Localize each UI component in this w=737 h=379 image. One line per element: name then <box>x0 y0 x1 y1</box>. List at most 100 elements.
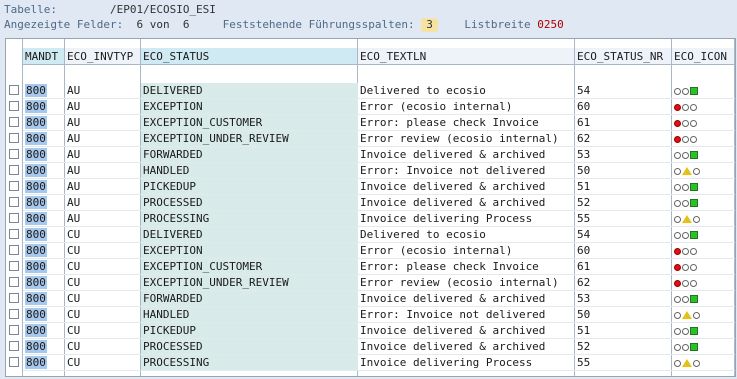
cell-text[interactable]: Error: Invoice not delivered <box>358 307 575 323</box>
row-select-checkbox[interactable] <box>9 277 19 287</box>
cell-mandt[interactable]: 800 <box>23 323 65 339</box>
cell-mandt[interactable]: 800 <box>23 211 65 227</box>
cell-invtyp[interactable]: CU <box>65 275 141 291</box>
cell-invtyp[interactable]: AU <box>65 211 141 227</box>
cell-icon[interactable] <box>672 307 735 323</box>
cell-text[interactable]: Delivered to ecosio <box>358 227 575 243</box>
cell-mandt[interactable]: 800 <box>23 131 65 147</box>
cell-icon[interactable] <box>672 147 735 163</box>
column-header-text[interactable]: ECO_TEXTLN <box>358 48 575 65</box>
cell-icon[interactable] <box>672 179 735 195</box>
row-select-checkbox[interactable] <box>9 133 19 143</box>
table-row[interactable]: 800 CU PROCESSED Invoice delivered & archiv… <box>6 339 735 355</box>
cell-icon[interactable] <box>672 115 735 131</box>
cell-status[interactable]: EXCEPTION_UNDER_REVIEW <box>141 275 358 291</box>
cell-mandt[interactable]: 800 <box>23 355 65 371</box>
cell-icon[interactable] <box>672 211 735 227</box>
cell-text[interactable]: Invoice delivered & archived <box>358 291 575 307</box>
cell-mandt[interactable]: 800 <box>23 83 65 99</box>
cell-invtyp[interactable]: AU <box>65 115 141 131</box>
cell-icon[interactable] <box>672 163 735 179</box>
cell-status[interactable]: EXCEPTION <box>141 243 358 259</box>
table-row[interactable]: 800 CU PICKEDUP Invoice delivered & archive… <box>6 323 735 339</box>
cell-invtyp[interactable]: AU <box>65 83 141 99</box>
cell-text[interactable]: Error (ecosio internal) <box>358 243 575 259</box>
cell-status[interactable]: EXCEPTION_UNDER_REVIEW <box>141 131 358 147</box>
cell-status[interactable]: PROCESSING <box>141 211 358 227</box>
cell-icon[interactable] <box>672 99 735 115</box>
cell-status[interactable]: EXCEPTION_CUSTOMER <box>141 115 358 131</box>
cell-text[interactable]: Invoice delivered & archived <box>358 147 575 163</box>
row-select-checkbox[interactable] <box>9 197 19 207</box>
cell-text[interactable]: Invoice delivered & archived <box>358 179 575 195</box>
table-row[interactable]: 800 AU EXCEPTION Error (ecosio internal) 60 <box>6 99 735 115</box>
table-row[interactable]: 800 AU PROCESSED Invoice delivered & archiv… <box>6 195 735 211</box>
cell-nr[interactable]: 54 <box>575 227 672 243</box>
cell-nr[interactable]: 62 <box>575 275 672 291</box>
row-select-checkbox[interactable] <box>9 245 19 255</box>
column-header-nr[interactable]: ECO_STATUS_NR <box>575 48 672 65</box>
cell-text[interactable]: Invoice delivered & archived <box>358 339 575 355</box>
cell-nr[interactable]: 61 <box>575 259 672 275</box>
cell-text[interactable]: Invoice delivering Process <box>358 355 575 371</box>
row-select-checkbox[interactable] <box>9 325 19 335</box>
table-row[interactable]: 800 CU EXCEPTION Error (ecosio internal) 60 <box>6 243 735 259</box>
cell-invtyp[interactable]: AU <box>65 195 141 211</box>
cell-text[interactable]: Invoice delivered & archived <box>358 195 575 211</box>
cell-mandt[interactable]: 800 <box>23 99 65 115</box>
column-header-icon[interactable]: ECO_ICON <box>672 48 735 65</box>
cell-invtyp[interactable]: CU <box>65 339 141 355</box>
cell-nr[interactable]: 60 <box>575 243 672 259</box>
cell-status[interactable]: PICKEDUP <box>141 323 358 339</box>
cell-text[interactable]: Error (ecosio internal) <box>358 99 575 115</box>
row-select-checkbox[interactable] <box>9 341 19 351</box>
cell-mandt[interactable]: 800 <box>23 243 65 259</box>
cell-icon[interactable] <box>672 243 735 259</box>
table-row[interactable]: 800 CU DELIVERED Delivered to ecosio 54 <box>6 227 735 243</box>
table-row[interactable]: 800 AU HANDLED Error: Invoice not delivered… <box>6 163 735 179</box>
table-row[interactable]: 800 AU PICKEDUP Invoice delivered & archive… <box>6 179 735 195</box>
cell-status[interactable]: PROCESSING <box>141 355 358 371</box>
cell-nr[interactable]: 54 <box>575 83 672 99</box>
table-row[interactable]: 800 CU HANDLED Error: Invoice not delivered… <box>6 307 735 323</box>
cell-status[interactable]: HANDLED <box>141 307 358 323</box>
cell-icon[interactable] <box>672 323 735 339</box>
table-row[interactable]: 800 CU FORWARDED Invoice delivered & archiv… <box>6 291 735 307</box>
cell-nr[interactable]: 51 <box>575 179 672 195</box>
cell-icon[interactable] <box>672 131 735 147</box>
cell-nr[interactable]: 60 <box>575 99 672 115</box>
cell-invtyp[interactable]: CU <box>65 291 141 307</box>
cell-mandt[interactable]: 800 <box>23 291 65 307</box>
cell-nr[interactable]: 61 <box>575 115 672 131</box>
cell-status[interactable]: DELIVERED <box>141 83 358 99</box>
table-row[interactable]: 800 AU FORWARDED Invoice delivered & archiv… <box>6 147 735 163</box>
cell-invtyp[interactable]: CU <box>65 243 141 259</box>
cell-nr[interactable]: 53 <box>575 147 672 163</box>
row-select-checkbox[interactable] <box>9 293 19 303</box>
row-select-checkbox[interactable] <box>9 181 19 191</box>
cell-status[interactable]: PROCESSED <box>141 339 358 355</box>
table-row[interactable]: 800 AU EXCEPTION_CUSTOMER Error: please che… <box>6 115 735 131</box>
cell-icon[interactable] <box>672 227 735 243</box>
cell-text[interactable]: Invoice delivering Process <box>358 211 575 227</box>
cell-icon[interactable] <box>672 83 735 99</box>
cell-status[interactable]: DELIVERED <box>141 227 358 243</box>
cell-icon[interactable] <box>672 291 735 307</box>
cell-status[interactable]: PROCESSED <box>141 195 358 211</box>
cell-status[interactable]: EXCEPTION_CUSTOMER <box>141 259 358 275</box>
cell-text[interactable]: Error review (ecosio internal) <box>358 131 575 147</box>
cell-mandt[interactable]: 800 <box>23 147 65 163</box>
cell-text[interactable]: Invoice delivered & archived <box>358 323 575 339</box>
cell-mandt[interactable]: 800 <box>23 227 65 243</box>
cell-icon[interactable] <box>672 195 735 211</box>
row-select-checkbox[interactable] <box>9 85 19 95</box>
row-select-checkbox[interactable] <box>9 357 19 367</box>
row-select-checkbox[interactable] <box>9 213 19 223</box>
row-select-checkbox[interactable] <box>9 229 19 239</box>
cell-text[interactable]: Error: Invoice not delivered <box>358 163 575 179</box>
cell-invtyp[interactable]: AU <box>65 179 141 195</box>
cell-invtyp[interactable]: AU <box>65 163 141 179</box>
cell-nr[interactable]: 55 <box>575 211 672 227</box>
row-select-checkbox[interactable] <box>9 165 19 175</box>
cell-text[interactable]: Error review (ecosio internal) <box>358 275 575 291</box>
